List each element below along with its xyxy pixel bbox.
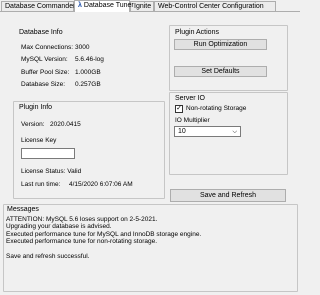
io-multiplier-label: IO Multiplier bbox=[175, 117, 210, 124]
non-rotating-storage-checkbox[interactable]: ✓ bbox=[175, 105, 183, 113]
io-multiplier-value: 10 bbox=[178, 128, 186, 135]
messages-title: Messages bbox=[7, 206, 39, 213]
non-rotating-storage-label: Non-rotating Storage bbox=[186, 105, 247, 112]
set-defaults-button[interactable]: Set Defaults bbox=[174, 66, 267, 77]
save-and-refresh-button[interactable]: Save and Refresh bbox=[170, 189, 286, 202]
max-connections-label: Max Connections: bbox=[21, 44, 74, 51]
tab-bar: Database Commander λ Database Tuner Ignit… bbox=[0, 0, 300, 12]
messages-log: ATTENTION: MySQL 5.6 loses support on 2-… bbox=[6, 216, 292, 260]
license-key-input[interactable] bbox=[21, 148, 75, 159]
message-line: ATTENTION: MySQL 5.6 loses support on 2-… bbox=[6, 216, 158, 223]
buffer-pool-value: 1.000GB bbox=[75, 69, 101, 76]
message-line: Upgrading your database is advised. bbox=[6, 223, 112, 231]
license-status-text: License Status: Valid bbox=[21, 168, 82, 175]
last-run-value: 4/15/2020 6:07:06 AM bbox=[69, 181, 133, 188]
mysql-version-label: MySQL Version: bbox=[21, 56, 68, 63]
tab-database-tuner[interactable]: λ Database Tuner bbox=[74, 0, 134, 12]
database-size-label: Database Size: bbox=[21, 81, 66, 88]
message-line: Executed performance tune for non-rotati… bbox=[6, 238, 158, 246]
chevron-down-icon: ⌵ bbox=[232, 129, 237, 135]
io-multiplier-select[interactable]: 10 ⌵ bbox=[174, 126, 241, 137]
message-line bbox=[6, 246, 292, 253]
tab-database-commander[interactable]: Database Commander bbox=[1, 1, 75, 11]
tuner-icon: λ bbox=[78, 2, 82, 9]
run-optimization-button[interactable]: Run Optimization bbox=[174, 39, 267, 50]
tab-divider bbox=[0, 11, 300, 12]
version-label: Version: bbox=[21, 121, 45, 128]
plugin-info-title: Plugin Info bbox=[19, 104, 53, 111]
database-size-value: 0.257GB bbox=[75, 81, 101, 88]
last-run-label: Last run time: bbox=[21, 181, 61, 188]
mysql-version-value: 5.6.46-log bbox=[75, 56, 104, 63]
license-key-label: License Key bbox=[21, 137, 57, 144]
buffer-pool-label: Buffer Pool Size: bbox=[21, 69, 70, 76]
checkmark-icon: ✓ bbox=[176, 105, 182, 112]
database-info-title: Database Info bbox=[19, 29, 63, 36]
message-line: Save and refresh successful. bbox=[6, 253, 90, 261]
message-line: Executed performance tune for MySQL and … bbox=[6, 230, 202, 238]
server-io-title: Server IO bbox=[175, 95, 205, 102]
tab-database-tuner-label: Database Tuner bbox=[83, 2, 134, 9]
version-value: 2020.0415 bbox=[50, 121, 81, 128]
plugin-actions-title: Plugin Actions bbox=[175, 29, 219, 36]
max-connections-value: 3000 bbox=[75, 44, 90, 51]
tab-web-control-center-configuration[interactable]: Web-Control Center Configuration bbox=[154, 1, 276, 11]
